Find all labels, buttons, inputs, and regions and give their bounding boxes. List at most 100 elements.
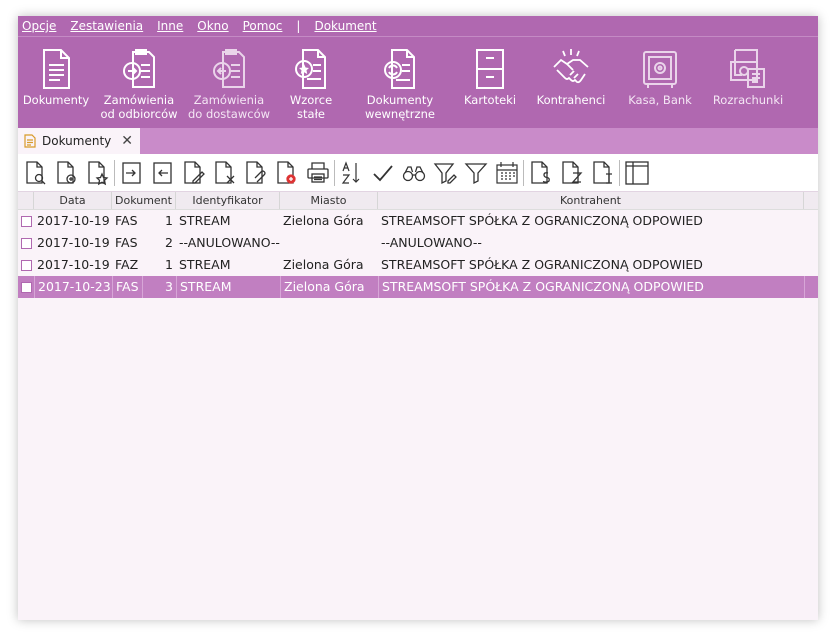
delete-document-button[interactable]: [209, 158, 240, 188]
cell-kontrahent: STREAMSOFT SPÓŁKA Z OGRANICZONĄ ODPOWIED: [378, 276, 804, 298]
document-info-button[interactable]: [587, 158, 618, 188]
menu-inne[interactable]: Inne: [157, 19, 183, 33]
safe-icon: [643, 51, 677, 88]
document-z-icon: [561, 160, 582, 184]
ribbon-wzorce-stale-button[interactable]: Wzorce stałe: [274, 37, 348, 129]
ribbon-label: Kartoteki: [463, 93, 517, 107]
check-button[interactable]: [367, 158, 398, 188]
import-icon: [121, 161, 141, 184]
ribbon-label: Zamówienia od odbiorców: [100, 93, 178, 121]
menu-pomoc[interactable]: Pomoc: [243, 19, 283, 33]
menu-okno[interactable]: Okno: [197, 19, 228, 33]
order-incoming-icon: [123, 49, 155, 88]
export-button[interactable]: [147, 158, 178, 188]
preview-document-button[interactable]: [20, 158, 51, 188]
column-header-data[interactable]: Data: [34, 192, 112, 209]
row-checkbox[interactable]: [18, 254, 34, 276]
column-header-miasto[interactable]: Miasto: [280, 192, 378, 209]
menu-opcje[interactable]: Opcje: [22, 19, 56, 33]
toolbar: [18, 154, 818, 192]
cell-identyfikator: STREAM: [176, 276, 280, 298]
table-row[interactable]: 2017-10-19 FAS 1 STREAM Zielona Góra STR…: [18, 210, 818, 232]
tab-document-icon: [24, 134, 36, 148]
template-star-icon: [295, 49, 326, 89]
filter-edit-icon: [433, 162, 457, 184]
cell-numer: 1: [165, 213, 173, 228]
ribbon-zamowienia-do-dostawcow-button[interactable]: Zamówienia do dostawców: [184, 37, 274, 129]
document-z-button[interactable]: [556, 158, 587, 188]
cell-tail: [804, 210, 818, 232]
delete-document-icon: [214, 160, 234, 184]
ribbon-label: Kontrahenci: [536, 93, 606, 107]
attach-document-button[interactable]: [240, 158, 271, 188]
cell-miasto: Zielona Góra: [283, 213, 364, 228]
ribbon-label: Dokumenty wewnętrzne: [365, 93, 435, 121]
cell-kontrahent: --ANULOWANO--: [381, 235, 482, 250]
menu-dokument[interactable]: Dokument: [314, 19, 376, 33]
ribbon-label: Dokumenty: [22, 93, 90, 107]
toolbar-separator: [619, 159, 620, 186]
menu-zestawienia[interactable]: Zestawienia: [70, 19, 143, 33]
tab-label: Dokumenty: [42, 134, 112, 148]
ribbon-zamowienia-od-odbiorcow-button[interactable]: Zamówienia od odbiorców: [94, 37, 184, 129]
cell-identyfikator: --ANULOWANO--: [179, 235, 280, 250]
cell-numer: 1: [165, 257, 173, 272]
tab-strip: Dokumenty ✕: [18, 128, 818, 154]
ribbon: Dokumenty Zamówienia od odbiorców Zamówie…: [18, 36, 818, 128]
row-checkbox[interactable]: [18, 276, 34, 298]
row-checkbox[interactable]: [18, 232, 34, 254]
cell-identyfikator: STREAM: [179, 257, 231, 272]
table-row-selected[interactable]: 2017-10-23 FAS 3 STREAM Zielona Góra STR…: [18, 276, 818, 298]
calendar-icon: [495, 161, 518, 184]
add-document-button[interactable]: [271, 158, 302, 188]
cell-tail: [804, 232, 818, 254]
new-document-icon: [56, 160, 76, 184]
filter-button[interactable]: [460, 158, 491, 188]
ribbon-label: Rozrachunki: [712, 93, 784, 107]
cell-identyfikator: STREAM: [179, 213, 231, 228]
columns-icon: [624, 160, 649, 185]
ribbon-kontrahenci-button[interactable]: Kontrahenci: [528, 37, 614, 129]
document-info-icon: [592, 160, 612, 184]
ribbon-kasa-bank-button[interactable]: Kasa, Bank: [614, 37, 706, 129]
grid-header: Data Dokument Identyfikator Miasto Kontr…: [18, 192, 818, 210]
app-window: Opcje Zestawienia Inne Okno Pomoc | Doku…: [18, 16, 818, 620]
document-s-button[interactable]: [525, 158, 556, 188]
cell-tail: [804, 254, 818, 276]
column-header-dokument[interactable]: Dokument: [112, 192, 176, 209]
favorite-document-button[interactable]: [82, 158, 113, 188]
attach-document-icon: [245, 160, 266, 184]
column-header-tail: [804, 192, 818, 209]
cell-data: 2017-10-19: [37, 257, 110, 272]
ribbon-rozrachunki-button[interactable]: Rozrachunki: [706, 37, 790, 129]
ribbon-dokumenty-button[interactable]: Dokumenty: [18, 37, 94, 129]
column-header-kontrahent[interactable]: Kontrahent: [378, 192, 804, 209]
internal-document-icon: [384, 49, 415, 89]
columns-button[interactable]: [621, 158, 652, 188]
search-button[interactable]: [398, 158, 429, 188]
calendar-button[interactable]: [491, 158, 522, 188]
ribbon-dokumenty-wewnetrzne-button[interactable]: Dokumenty wewnętrzne: [348, 37, 452, 129]
column-header-identyfikator[interactable]: Identyfikator: [176, 192, 280, 209]
document-icon: [43, 49, 70, 89]
toolbar-separator: [334, 159, 335, 186]
table-row[interactable]: 2017-10-19 FAZ 1 STREAM Zielona Góra STR…: [18, 254, 818, 276]
filter-edit-button[interactable]: [429, 158, 460, 188]
new-document-button[interactable]: [51, 158, 82, 188]
cell-tail: [804, 276, 818, 298]
table-row[interactable]: 2017-10-19 FAS 2 --ANULOWANO-- --ANULOWA…: [18, 232, 818, 254]
ribbon-label: Kasa, Bank: [628, 93, 692, 107]
ribbon-kartoteki-button[interactable]: Kartoteki: [452, 37, 528, 129]
column-header-check: [18, 192, 34, 209]
export-icon: [152, 161, 172, 184]
sort-az-button[interactable]: [336, 158, 367, 188]
edit-document-button[interactable]: [178, 158, 209, 188]
binoculars-icon: [402, 165, 425, 181]
tab-dokumenty[interactable]: Dokumenty ✕: [18, 128, 140, 154]
file-cabinet-icon: [476, 49, 504, 89]
check-icon: [372, 164, 393, 181]
import-button[interactable]: [116, 158, 147, 188]
close-icon[interactable]: ✕: [121, 133, 133, 149]
row-checkbox[interactable]: [18, 210, 34, 232]
print-button[interactable]: [302, 158, 333, 188]
